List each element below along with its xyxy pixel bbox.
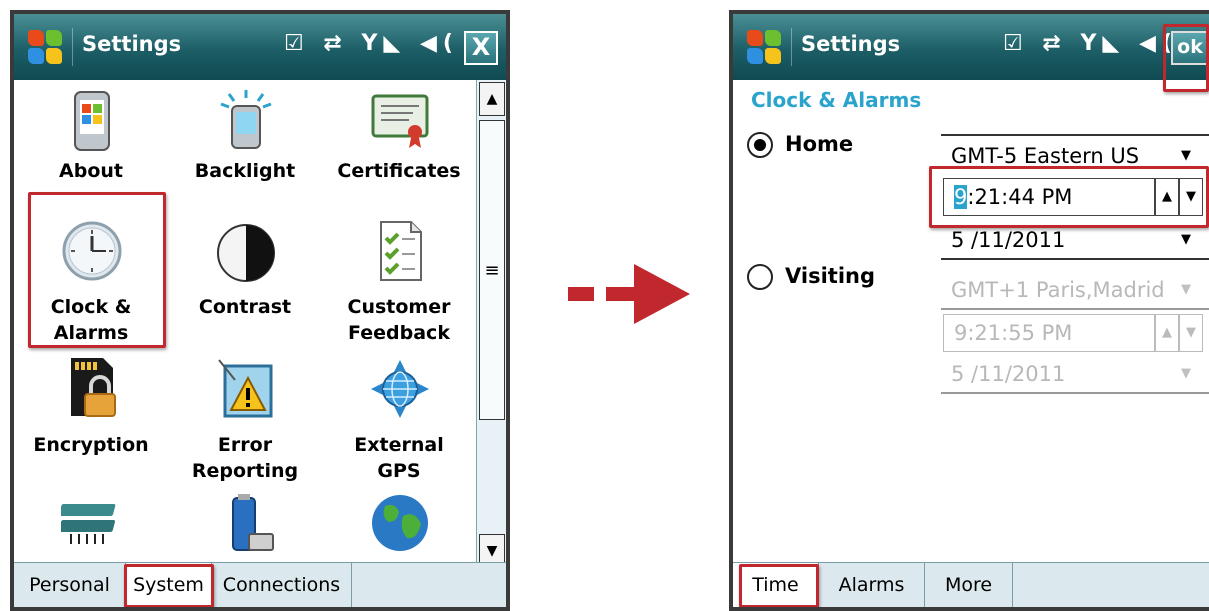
settings-system-screen: Settings ☑ ⇄ Y◣ ◀( X About Backlight Cer… — [10, 10, 510, 611]
backlight-item[interactable]: Backlight — [170, 80, 320, 210]
checklist-icon — [380, 221, 422, 281]
visiting-time-value: 9:21:55 PM — [954, 321, 1073, 345]
time-down-icon: ▼ — [1179, 314, 1203, 352]
phone-icon — [74, 91, 110, 151]
backlight-icon — [220, 90, 272, 149]
tab-connections[interactable]: Connections — [212, 563, 352, 607]
visiting-time-input: 9:21:55 PM — [943, 314, 1155, 352]
highlight-clock-alarms — [28, 192, 166, 348]
visiting-label: Visiting — [785, 264, 875, 288]
page-title: Clock & Alarms — [751, 88, 922, 112]
status-icons[interactable]: ☑ ⇄ Y◣ ◀( — [1003, 31, 1178, 56]
contrast-icon — [217, 224, 275, 282]
memory-chip-icon — [61, 504, 116, 544]
tab-more[interactable]: More — [925, 563, 1013, 607]
contrast-label: Contrast — [198, 296, 292, 318]
encryption-item[interactable]: Encryption — [16, 354, 166, 484]
visiting-date-select: 5 /11/2011 ▼ — [941, 354, 1209, 394]
visiting-timezone-value: GMT+1 Paris,Madrid — [951, 278, 1165, 302]
start-menu-icon[interactable] — [745, 28, 783, 66]
home-radio-button[interactable] — [747, 132, 773, 158]
tab-personal[interactable]: Personal — [14, 563, 126, 607]
error-reporting-item[interactable]: Error Reporting — [170, 354, 320, 484]
visiting-radio-button[interactable] — [747, 264, 773, 290]
app-title: Settings — [82, 32, 182, 56]
dropdown-arrow-icon: ▼ — [1181, 282, 1191, 297]
scroll-up-arrow-icon[interactable]: ▲ — [479, 82, 505, 116]
transition-arrow-icon — [568, 264, 690, 324]
time-up-icon: ▲ — [1155, 314, 1179, 352]
title-separator — [791, 28, 792, 66]
highlight-time-tab — [739, 564, 819, 607]
status-icons[interactable]: ☑ ⇄ Y◣ ◀( — [284, 31, 459, 56]
highlight-ok-button — [1163, 24, 1209, 92]
customer-feedback-label: Customer Feedback — [347, 296, 451, 344]
certificates-label: Certificates — [337, 160, 461, 182]
customer-feedback-item[interactable]: Customer Feedback — [324, 216, 474, 346]
home-label: Home — [785, 132, 854, 156]
encryption-label: Encryption — [33, 434, 149, 456]
dropdown-arrow-icon: ▼ — [1181, 366, 1191, 381]
earth-globe-icon — [372, 495, 428, 551]
title-separator — [72, 28, 73, 66]
error-reporting-label: Error Reporting — [191, 434, 299, 482]
clock-alarms-screen: Settings ☑ ⇄ Y◣ ◀( ok Clock & Alarms Hom… — [729, 10, 1209, 611]
home-date-value: 5 /11/2011 — [951, 228, 1066, 252]
about-label: About — [59, 160, 123, 182]
title-bar: Settings ☑ ⇄ Y◣ ◀( ok — [733, 14, 1209, 80]
warning-icon — [218, 359, 273, 418]
title-bar: Settings ☑ ⇄ Y◣ ◀( X — [14, 14, 506, 80]
regional-item[interactable] — [324, 490, 474, 568]
certificate-icon — [371, 94, 429, 148]
visiting-timezone-select: GMT+1 Paris,Madrid ▼ — [941, 270, 1209, 310]
close-button[interactable]: X — [464, 31, 498, 65]
visiting-date-value: 5 /11/2011 — [951, 362, 1066, 386]
contrast-item[interactable]: Contrast — [170, 216, 320, 346]
tab-alarms[interactable]: Alarms — [819, 563, 925, 607]
gps-globe-icon — [371, 360, 429, 418]
vertical-scrollbar[interactable]: ▲ ≡ ▼ — [476, 80, 506, 570]
tab-bar: Personal System Connections — [14, 562, 506, 607]
app-title: Settings — [801, 32, 901, 56]
external-gps-label: External GPS — [354, 434, 444, 482]
home-timezone-value: GMT-5 Eastern US — [951, 144, 1140, 168]
backlight-label: Backlight — [194, 160, 296, 182]
about-item[interactable]: About — [16, 80, 166, 210]
encryption-card-icon — [71, 358, 116, 417]
external-gps-item[interactable]: External GPS — [324, 354, 474, 484]
highlight-system-tab — [124, 564, 214, 607]
battery-icon — [232, 494, 274, 551]
memory-item[interactable] — [16, 490, 166, 568]
start-menu-icon[interactable] — [26, 28, 64, 66]
scroll-thumb[interactable]: ≡ — [479, 120, 505, 420]
highlight-home-time — [929, 166, 1209, 228]
power-item[interactable] — [170, 490, 320, 568]
certificates-item[interactable]: Certificates — [324, 80, 474, 210]
